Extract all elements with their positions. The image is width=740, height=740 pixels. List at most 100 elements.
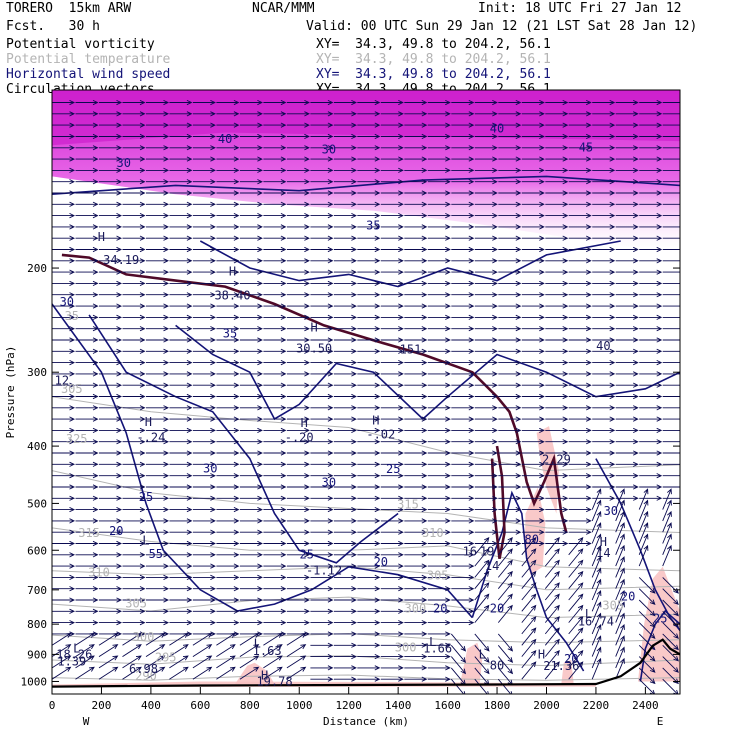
circulation-vector-771: [404, 416, 428, 422]
pv-label-24: 16.74: [578, 615, 614, 629]
circulation-vector-761: [169, 416, 193, 422]
circulation-vector-833: [592, 439, 616, 445]
pv-label-1: 34.19: [103, 253, 139, 267]
circulation-vector-970: [639, 495, 663, 501]
circulation-vector-392: [380, 258, 404, 264]
circulation-vector-894: [122, 473, 146, 479]
wind-speed-label-16: 20: [433, 602, 447, 616]
circulation-vector-405: [52, 269, 76, 275]
circulation-vector-727: [639, 393, 663, 400]
circulation-vector-818: [239, 439, 263, 445]
circulation-vector-416: [310, 269, 334, 275]
circulation-vector-491: [169, 303, 193, 309]
circulation-vector-749: [521, 405, 545, 411]
circulation-vector-415: [286, 269, 310, 275]
circulation-vector-571: [146, 337, 170, 343]
circulation-vector-1373: [591, 646, 602, 669]
circulation-vector-1068: [404, 540, 428, 547]
circulation-vector-866: [99, 461, 123, 467]
circulation-vector-653: [169, 371, 193, 377]
circulation-vector-827: [451, 439, 475, 445]
circulation-vector-1043: [451, 529, 475, 535]
circulation-vector-923: [169, 484, 193, 490]
circulation-vector-978: [192, 506, 216, 513]
circulation-vector-791: [239, 427, 263, 434]
circulation-vector-612: [474, 348, 498, 354]
circulation-vector-1134: [52, 574, 76, 581]
circulation-vector-753: [615, 405, 639, 411]
circulation-vector-1257: [404, 620, 428, 626]
circulation-vector-219: [122, 190, 146, 196]
wind-contour-2: [88, 314, 399, 564]
circulation-vector-1325: [98, 644, 119, 657]
circulation-vector-680: [169, 382, 193, 388]
circulation-vector-967: [568, 495, 592, 501]
circulation-vector-410: [169, 269, 193, 275]
circulation-vector-1188: [52, 597, 76, 603]
circulation-vector-593: [662, 339, 680, 341]
circulation-vector-788: [169, 427, 193, 434]
circulation-vector-716: [380, 393, 404, 400]
circulation-vector-581: [380, 337, 404, 343]
circulation-vector-591: [615, 337, 639, 343]
circulation-vector-1275: [192, 631, 216, 637]
circulation-vector-470: [310, 292, 334, 298]
circulation-vector-400: [568, 258, 592, 264]
circulation-vector-1142: [239, 574, 263, 581]
circulation-vector-737: [239, 405, 263, 411]
circulation-vector-849: [333, 450, 357, 456]
circulation-vector-837: [52, 450, 76, 456]
circulation-vector-598: [146, 348, 170, 354]
circulation-vector-640: [498, 359, 522, 366]
circulation-vector-643: [568, 359, 592, 366]
x-tick-label-11: 2200: [583, 699, 610, 712]
circulation-vector-498: [333, 303, 357, 309]
circulation-vector-963: [474, 495, 498, 501]
circulation-vector-422: [451, 269, 475, 275]
circulation-vector-1012: [357, 518, 381, 524]
circulation-vector-383: [169, 258, 193, 264]
circulation-vector-606: [333, 348, 357, 354]
circulation-vector-906: [404, 473, 428, 479]
circulation-vector-904: [357, 473, 381, 479]
circulation-vector-1270: [75, 631, 99, 637]
circulation-vector-512: [662, 305, 680, 307]
circulation-vector-690: [404, 382, 428, 388]
circulation-vector-1379: [98, 666, 119, 680]
x-tick-label-4: 800: [240, 699, 260, 712]
circulation-vector-1308: [333, 642, 357, 648]
circulation-vector-943: [639, 484, 663, 490]
circulation-vector-838: [75, 450, 99, 456]
circulation-vector-1165: [146, 586, 170, 592]
circulation-vector-570: [122, 337, 146, 343]
wind-speed-label-21: 25: [653, 612, 667, 626]
wind-speed-label-6: 35: [366, 218, 380, 232]
circulation-vector-893: [99, 473, 123, 479]
circulation-vector-478: [498, 292, 522, 298]
circulation-vector-527: [380, 314, 404, 320]
circulation-vector-1172: [310, 586, 334, 592]
circulation-vector-352: [75, 246, 99, 253]
circulation-vector-840: [122, 450, 146, 456]
circulation-vector-389: [310, 258, 334, 264]
circulation-vector-1158: [615, 556, 625, 578]
circulation-vector-313: [427, 224, 451, 230]
circulation-vector-299: [99, 224, 123, 230]
circulation-vector-1170: [263, 586, 287, 592]
circulation-vector-561: [545, 326, 569, 332]
pv-label-33: L: [479, 648, 486, 662]
circulation-vector-660: [333, 371, 357, 377]
circulation-vector-368: [451, 246, 475, 253]
circulation-vector-1060: [216, 540, 240, 547]
circulation-vector-281: [310, 212, 334, 219]
circulation-vector-371: [521, 246, 545, 253]
circulation-vector-1246: [146, 620, 170, 626]
circulation-vector-278: [239, 212, 263, 219]
circulation-vector-922: [146, 484, 170, 490]
circulation-vector-1116: [263, 563, 287, 569]
circulation-vector-1281: [333, 631, 357, 637]
circulation-vector-819: [263, 439, 287, 445]
circulation-vector-1036: [286, 529, 310, 535]
circulation-vector-705: [122, 393, 146, 400]
theta-label-6: 300: [133, 630, 155, 644]
